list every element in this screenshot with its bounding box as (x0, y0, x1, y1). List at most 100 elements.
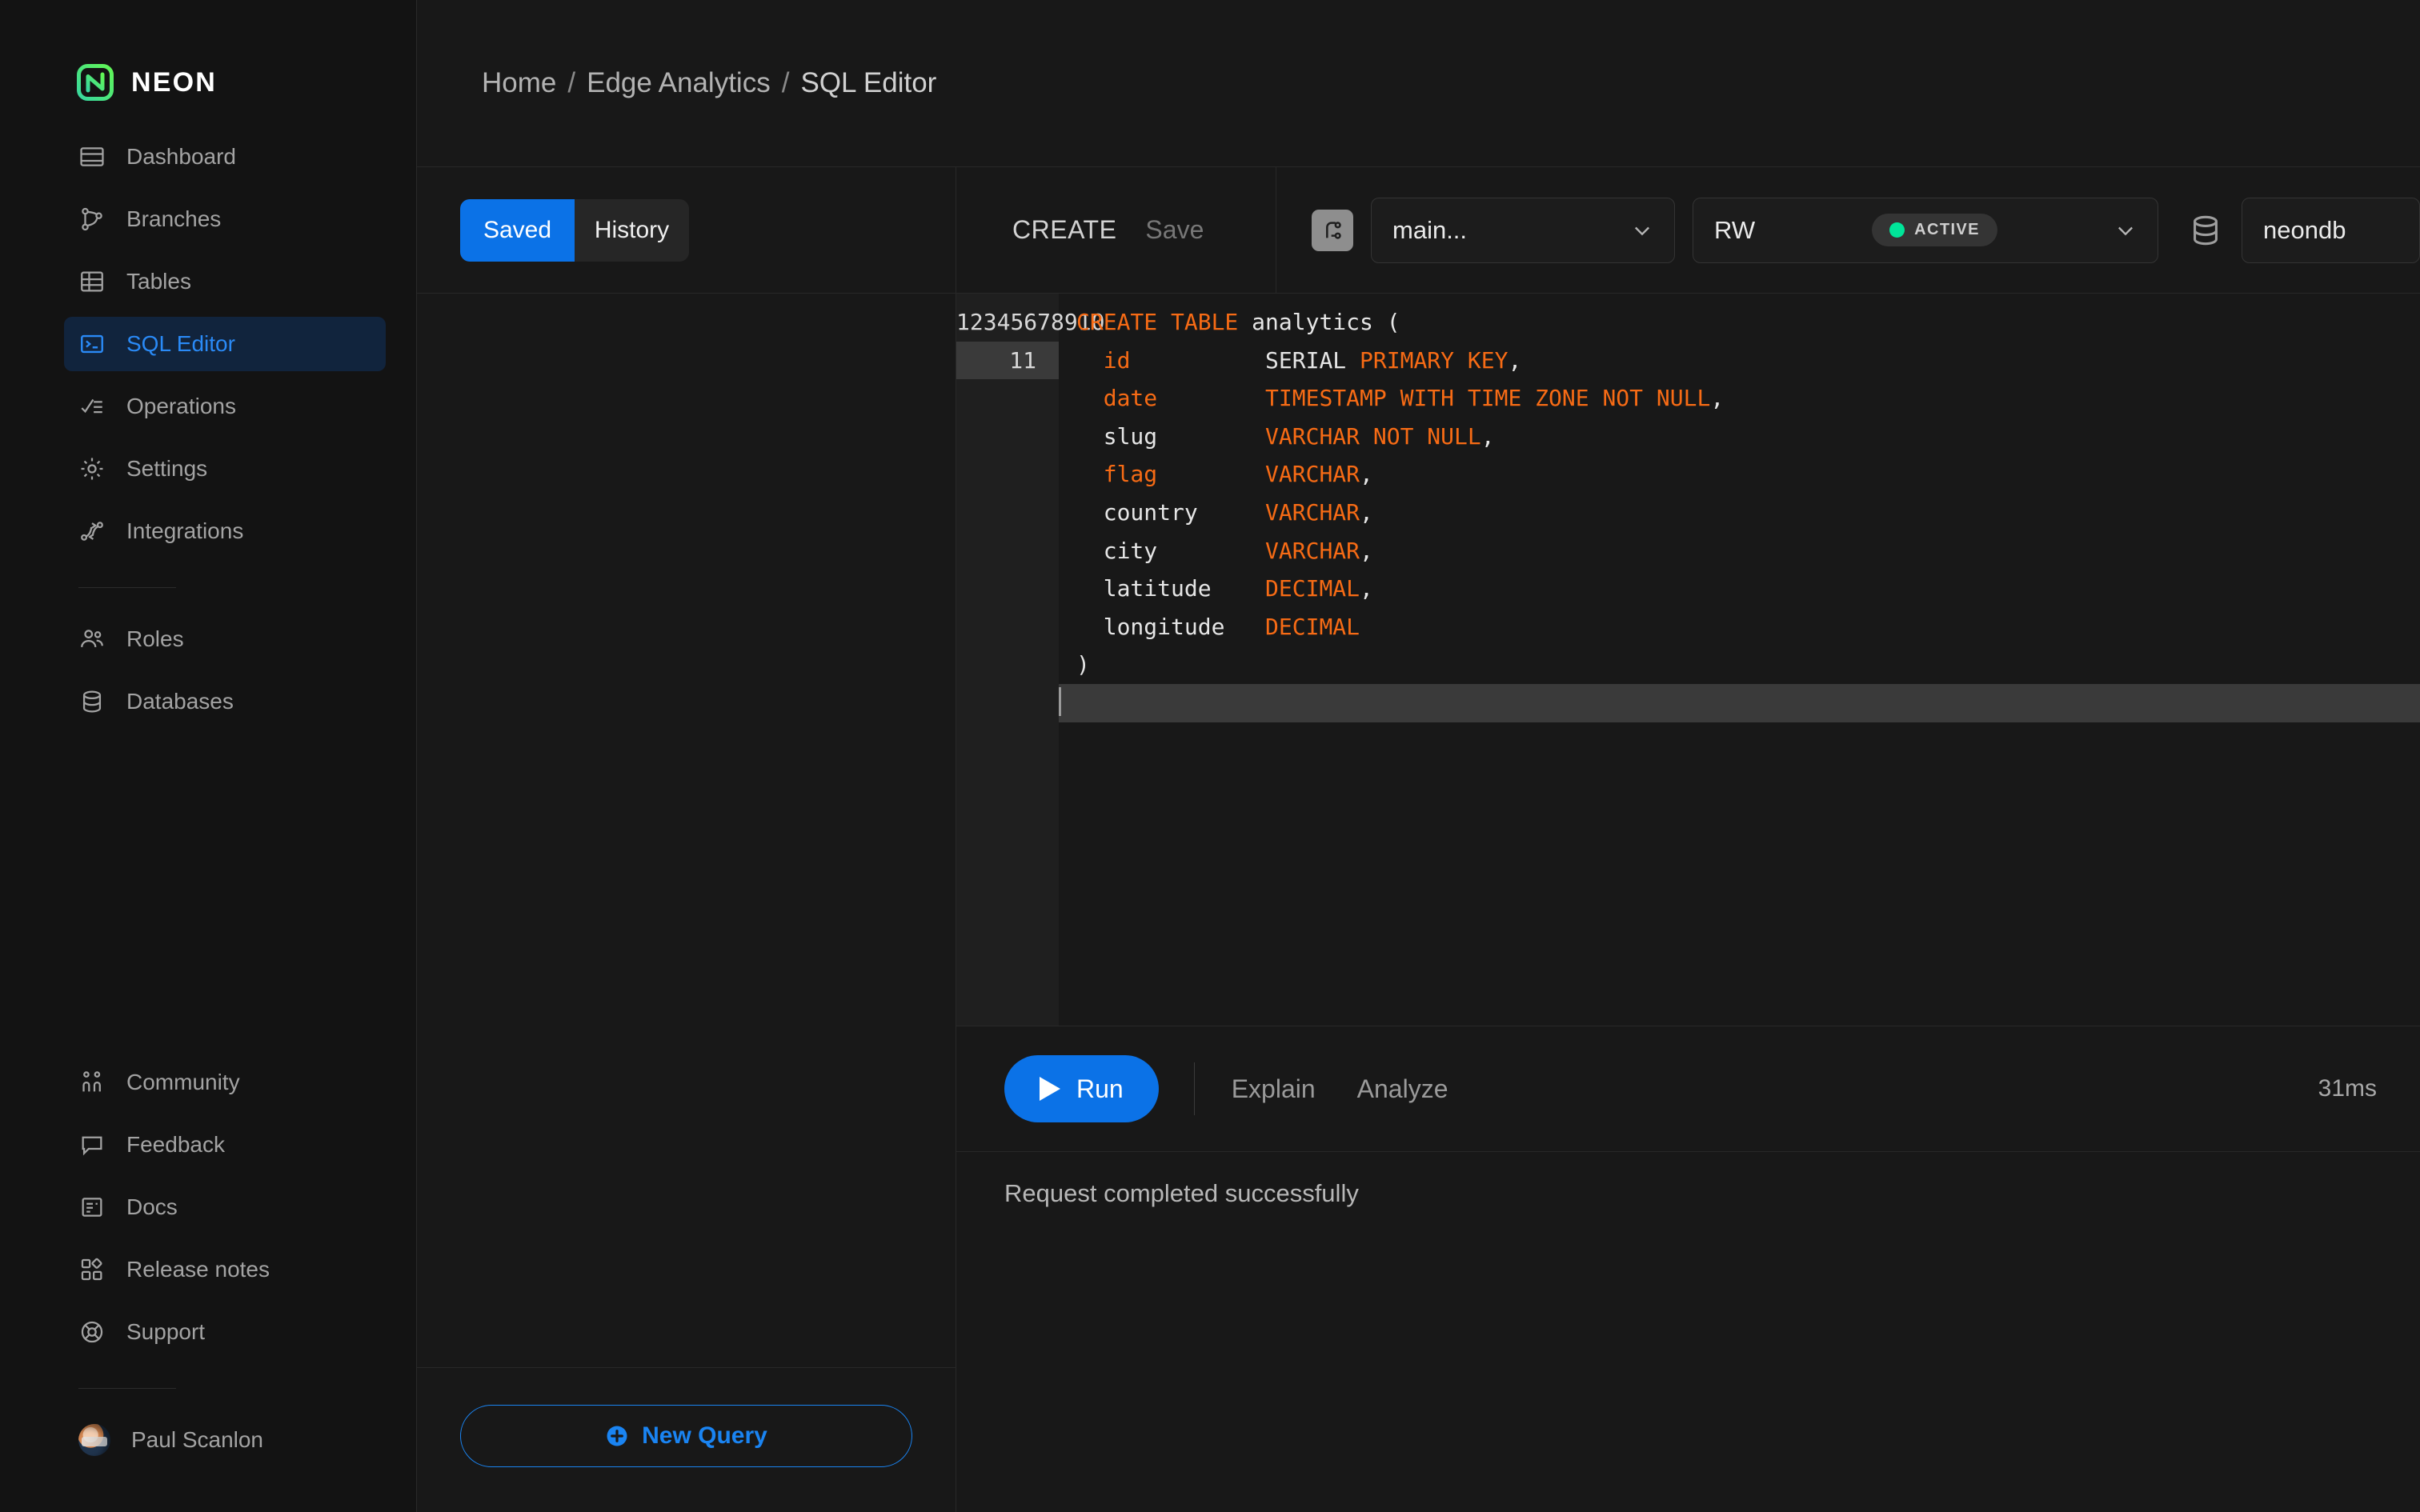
sidebar-item-docs[interactable]: Docs (64, 1180, 386, 1234)
breadcrumb-home[interactable]: Home (482, 67, 556, 99)
code-line[interactable]: country VARCHAR, (1059, 494, 2420, 532)
code-line[interactable]: longitude DECIMAL (1059, 608, 2420, 646)
sidebar-item-label: Operations (126, 394, 236, 418)
sql-text: longitude (1076, 613, 1266, 640)
speech-bubble-icon (78, 1131, 106, 1158)
tab-history[interactable]: History (575, 198, 689, 262)
code-line[interactable]: ) (1059, 646, 2420, 684)
play-icon (1040, 1077, 1060, 1102)
sidebar-item-databases[interactable]: Databases (64, 674, 386, 729)
database-selector[interactable]: neondb (2242, 197, 2420, 263)
run-button[interactable]: Run (1004, 1055, 1159, 1123)
new-query-button[interactable]: New Query (460, 1405, 912, 1467)
sidebar-item-tables[interactable]: Tables (64, 254, 386, 309)
sidebar-secondary-nav: Roles Databases (0, 612, 416, 737)
sidebar: NEON Dashboard Branches Tables SQL Edito… (0, 0, 417, 1512)
line-number: 7 (1037, 309, 1052, 335)
user-name: Paul Scanlon (131, 1427, 264, 1452)
breadcrumb-separator: / (567, 67, 576, 98)
sql-keyword: CREATE TABLE (1076, 309, 1239, 335)
avatar (78, 1424, 110, 1456)
analyze-button[interactable]: Analyze (1357, 1074, 1448, 1104)
chevron-down-icon (1631, 219, 1653, 242)
sidebar-divider-2 (78, 1388, 176, 1389)
sql-keyword: DECIMAL (1265, 613, 1360, 640)
sql-keyword: id (1103, 346, 1131, 374)
sidebar-item-feedback[interactable]: Feedback (64, 1118, 386, 1172)
result-message: Request completed successfully (1004, 1179, 1359, 1208)
sidebar-user-profile[interactable]: Paul Scanlon (64, 1413, 386, 1467)
explain-button[interactable]: Explain (1232, 1074, 1316, 1104)
code-line[interactable]: CREATE TABLE analytics ( (1059, 303, 2420, 342)
code-line[interactable]: id SERIAL PRIMARY KEY, (1059, 342, 2420, 380)
line-number: 2 (969, 309, 984, 335)
operations-icon (78, 393, 106, 420)
toolbar-divider (1193, 1062, 1195, 1116)
code-line[interactable]: slug VARCHAR NOT NULL, (1059, 418, 2420, 456)
breadcrumb-current-page: SQL Editor (800, 67, 937, 98)
community-icon (78, 1069, 106, 1096)
sidebar-item-label: Roles (126, 626, 184, 651)
sql-text: , (1508, 346, 1522, 374)
tab-saved[interactable]: Saved (460, 198, 575, 262)
sidebar-item-operations[interactable]: Operations (64, 379, 386, 434)
code-line[interactable]: date TIMESTAMP WITH TIME ZONE NOT NULL, (1059, 379, 2420, 418)
sidebar-item-label: Feedback (126, 1132, 225, 1157)
save-button[interactable]: Save (1145, 215, 1204, 245)
sidebar-item-community[interactable]: Community (64, 1055, 386, 1110)
breadcrumb-separator: / (781, 67, 790, 98)
code-line[interactable] (1059, 683, 2420, 722)
database-icon (2187, 212, 2224, 249)
sidebar-item-label: Branches (126, 206, 222, 231)
status-label: ACTIVE (1914, 221, 1980, 238)
breadcrumb-project[interactable]: Edge Analytics (587, 67, 771, 99)
neon-logo-icon (77, 64, 114, 101)
query-tabs-bar: Saved History (417, 167, 956, 294)
sidebar-item-label: Community (126, 1070, 240, 1094)
users-icon (78, 626, 106, 653)
run-toolbar: Run Explain Analyze 31ms (956, 1026, 2420, 1153)
sidebar-item-support[interactable]: Support (64, 1305, 386, 1359)
sidebar-item-sql-editor[interactable]: SQL Editor (64, 317, 386, 371)
sql-text: , (1480, 422, 1495, 450)
sidebar-item-release-notes[interactable]: Release notes (64, 1242, 386, 1297)
code-editor[interactable]: 12345678910 11 CREATE TABLE analytics ( i… (956, 294, 2420, 1027)
query-list-panel: Saved History New Query (417, 167, 956, 1512)
sidebar-item-branches[interactable]: Branches (64, 192, 386, 246)
sql-keyword: VARCHAR (1265, 537, 1360, 564)
line-number: 6 (1024, 309, 1038, 335)
branch-value: main... (1392, 215, 1468, 244)
sql-keyword: flag (1103, 461, 1158, 488)
line-number-gutter: 12345678910 11 (956, 294, 1104, 1026)
sidebar-item-dashboard[interactable]: Dashboard (64, 130, 386, 184)
sidebar-item-roles[interactable]: Roles (64, 612, 386, 666)
chevron-down-icon (2114, 219, 2137, 242)
compute-value: RW (1714, 215, 1756, 244)
sidebar-item-label: SQL Editor (126, 331, 235, 356)
sidebar-item-integrations[interactable]: Integrations (64, 504, 386, 558)
code-content[interactable]: CREATE TABLE analytics ( id SERIAL PRIMA… (1059, 294, 2420, 1026)
sidebar-item-label: Settings (126, 456, 208, 481)
brand-name: NEON (131, 66, 218, 98)
sidebar-divider-1 (78, 587, 176, 588)
query-tabs: Saved History (460, 198, 689, 262)
sidebar-item-label: Release notes (126, 1257, 270, 1282)
code-line[interactable]: city VARCHAR, (1059, 532, 2420, 570)
code-line[interactable]: latitude DECIMAL, (1059, 570, 2420, 608)
sidebar-support-nav: Community Feedback Docs Release notes Su… (0, 1055, 416, 1367)
sql-editor-icon (78, 330, 106, 358)
editor-body: Saved History New Query CREATE Save main… (417, 166, 2420, 1512)
sql-text: , (1360, 461, 1373, 488)
code-line[interactable]: flag VARCHAR, (1059, 455, 2420, 494)
compute-selector[interactable]: RW ACTIVE (1693, 197, 2158, 263)
sql-keyword: VARCHAR NOT NULL (1265, 422, 1481, 450)
line-number: 3 (983, 309, 997, 335)
docs-icon (78, 1194, 106, 1221)
sidebar-item-label: Docs (126, 1194, 178, 1219)
sidebar-item-label: Databases (126, 689, 234, 714)
sidebar-item-settings[interactable]: Settings (64, 442, 386, 496)
brand-logo[interactable]: NEON (0, 0, 416, 106)
app-root: NEON Dashboard Branches Tables SQL Edito… (0, 0, 2420, 1512)
branch-selector[interactable]: main... (1371, 197, 1675, 263)
